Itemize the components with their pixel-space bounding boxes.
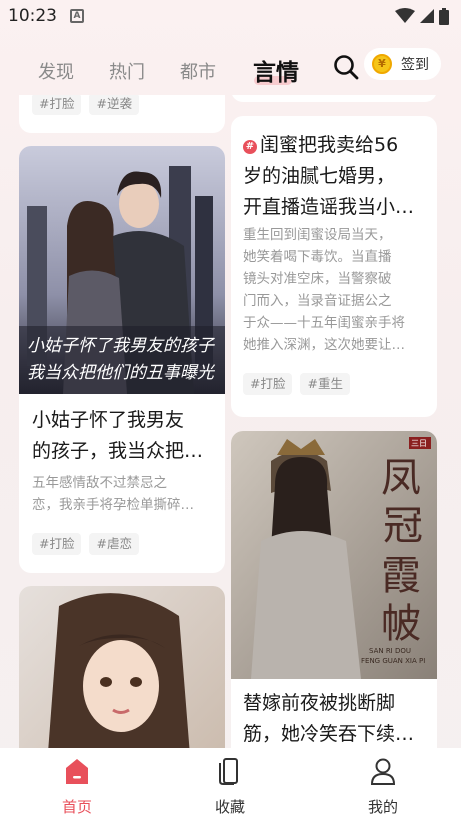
signin-button[interactable]: ¥ 签到 (364, 48, 441, 80)
cover-badge: 三日 (411, 439, 427, 448)
signin-label: 签到 (401, 57, 429, 73)
book-feed: #打脸 #逆袭 小姑子怀了我男友的孩子 我当众把他们的丑事曝光 小姑子怀了我男友… (0, 95, 461, 748)
cover-pinyin: FENG GUAN XIA PI (361, 657, 425, 665)
book-title: # 闺蜜把我卖给56 岁的油腻七婚男， 开直播造谣我当小… (243, 134, 415, 218)
tag[interactable]: #虐恋 (89, 533, 139, 555)
user-icon (370, 758, 396, 785)
bottom-nav: 首页 收藏 我的 (0, 748, 461, 821)
cover-title-4: 帔 (381, 601, 421, 647)
cover-title-1: 凤 (381, 455, 421, 501)
book-description: 五年感情敌不过禁忌之 恋，我亲手将孕检单撕碎… (32, 475, 194, 513)
battery-icon (439, 7, 449, 25)
book-card[interactable]: # 闺蜜把我卖给56 岁的油腻七婚男， 开直播造谣我当小… 重生回到闺蜜设局当天，… (231, 116, 437, 417)
tag-list: #打脸 #重生 (243, 373, 350, 395)
book-card[interactable] (231, 95, 437, 102)
tag-list: #打脸 #虐恋 (32, 533, 139, 555)
bottom-nav-favorites[interactable]: 收藏 (190, 756, 270, 817)
tab-romance[interactable]: 言情 (253, 53, 299, 87)
bookshelf-icon (219, 758, 238, 785)
tag-list: #打脸 #逆袭 (32, 95, 139, 115)
book-title: 小姑子怀了我男友 的孩子，我当众把… (32, 409, 204, 462)
coin-icon: ¥ (372, 54, 392, 74)
bottom-nav-label: 收藏 (214, 798, 245, 816)
book-cover-image: 凤 冠 霞 帔 三日 SAN RI DOU FENG GUAN XIA PI (231, 431, 437, 679)
tag[interactable]: #逆袭 (89, 95, 139, 115)
bottom-nav-profile[interactable]: 我的 (343, 756, 423, 817)
top-nav: 发现 热门 都市 言情 ¥ 签到 (0, 40, 461, 100)
cover-text: 我当众把他们的丑事曝光 (27, 363, 216, 383)
book-cover-image (19, 586, 225, 748)
hashtag-icon: # (243, 140, 257, 154)
status-bar: 10:23 A (0, 0, 461, 36)
search-icon[interactable] (332, 53, 360, 81)
bottom-nav-home[interactable]: 首页 (37, 756, 117, 817)
tag[interactable]: #打脸 (243, 373, 293, 395)
status-icons (395, 7, 449, 25)
tag[interactable]: #打脸 (32, 95, 82, 115)
book-card[interactable]: 凤 冠 霞 帔 三日 SAN RI DOU FENG GUAN XIA PI 替… (231, 431, 437, 748)
signal-icon (420, 9, 434, 23)
home-icon (66, 759, 88, 784)
book-description: 重生回到闺蜜设局当天， 她笑着喝下毒饮。当直播 镜头对准空床，当警察破 门而入，… (243, 227, 405, 353)
bottom-nav-label: 首页 (61, 798, 92, 816)
bottom-nav-label: 我的 (367, 798, 398, 816)
keyboard-a-icon: A (70, 9, 84, 23)
book-title: 替嫁前夜被挑断脚 筋，她冷笑吞下续… (243, 692, 415, 745)
cover-title-3: 霞 (381, 553, 421, 599)
tag[interactable]: #打脸 (32, 533, 82, 555)
tag[interactable]: #重生 (300, 373, 350, 395)
book-cover-image: 小姑子怀了我男友的孩子 我当众把他们的丑事曝光 (19, 146, 225, 394)
tab-discover[interactable]: 发现 (38, 58, 74, 84)
status-time: 10:23 (8, 6, 57, 26)
tab-hot[interactable]: 热门 (109, 58, 145, 84)
cover-pinyin: SAN RI DOU (369, 647, 411, 655)
tab-urban[interactable]: 都市 (180, 58, 216, 84)
cover-title-2: 冠 (383, 503, 423, 549)
book-card[interactable]: #打脸 #逆袭 (19, 95, 225, 133)
wifi-icon (395, 8, 415, 23)
cover-text: 小姑子怀了我男友的孩子 (27, 336, 215, 356)
book-card[interactable]: 小姑子怀了我男友的孩子 我当众把他们的丑事曝光 小姑子怀了我男友 的孩子，我当众… (19, 146, 225, 573)
book-card[interactable] (19, 586, 225, 748)
